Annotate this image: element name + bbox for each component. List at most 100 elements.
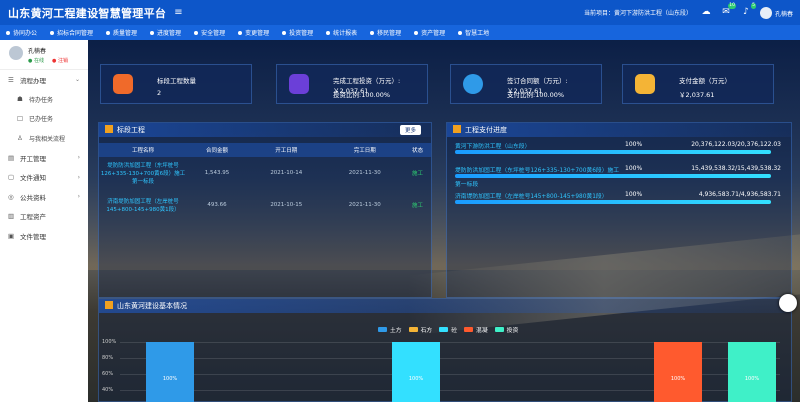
stat-card-contract: 签订合同额（万元）: ￥2,037.61 支付比例:100.00% — [450, 64, 602, 104]
nav-item[interactable]: 移民管理 — [370, 28, 401, 37]
avatar[interactable] — [760, 7, 772, 19]
app-title: 山东黄河工程建设智慧管理平台 — [8, 6, 167, 20]
progress-fill — [455, 174, 771, 178]
avatar — [9, 46, 23, 60]
document-icon — [113, 74, 133, 94]
nav-dot-icon — [326, 30, 331, 35]
related-icon: ♙ — [17, 134, 23, 143]
nav-dot-icon — [458, 30, 463, 35]
table-row[interactable]: 济南堤防加固工程（左岸桩号145+800-145+980黄1段） 493.66 … — [99, 189, 431, 221]
menu-toggle-icon[interactable]: ≡ — [174, 7, 182, 18]
table-row[interactable]: 堤防防洪加固工程（东坪桩号126+335-130+700黄6段）施工第一标段 1… — [99, 157, 431, 189]
sidebar-item-start[interactable]: ▤ 开工管理 › — [0, 148, 88, 168]
nav-item[interactable]: 进度管理 — [150, 28, 181, 37]
tender-table: 工程名称 合同金额 开工日期 完工日期 状态 堤防防洪加固工程（东坪桩号126+… — [99, 143, 431, 221]
legend-item[interactable]: 投资 — [494, 325, 518, 334]
file-icon: ▣ — [8, 231, 15, 240]
bar-砼[interactable]: 100% — [392, 342, 440, 402]
sidebar-item-notice[interactable]: ▢ 文件通知 › — [0, 168, 88, 188]
legend-item[interactable]: 土方 — [378, 325, 402, 334]
nav-item[interactable]: 资产管理 — [414, 28, 445, 37]
chevron-down-icon: ⌄ — [74, 76, 80, 84]
bell-icon[interactable]: ♪ 5 — [740, 3, 756, 18]
nav-item[interactable]: 智慧工地 — [458, 28, 489, 37]
cloud-icon[interactable]: ☁ — [700, 6, 712, 18]
progress-row: 济南堤防加固工程（左岸桩号145+800-145+980黄1段） 100% 4,… — [455, 191, 781, 211]
water-drop-icon — [463, 74, 483, 94]
progress-fill — [455, 200, 771, 204]
done-icon: ☐ — [17, 114, 23, 123]
nav-item[interactable]: 质量管理 — [106, 28, 137, 37]
bell-badge: 5 — [751, 3, 756, 9]
panel-header: 工程支付进度 — [447, 123, 791, 137]
nav-dot-icon — [150, 30, 155, 35]
bar-混凝[interactable]: 100% — [654, 342, 702, 402]
sidebar-item-share[interactable]: ◎ 公共资料 › — [0, 187, 88, 207]
progress-row: 第一标段 — [455, 182, 479, 188]
user-name[interactable]: 孔楠春 — [775, 9, 793, 18]
sidebar: 孔楠春 ● 在线 ● 注销 ☰ 流程办理 ⌄ ☗ 待办任务 ☐ 已办任务 ♙ 与我相关流程… — [0, 40, 88, 402]
start-icon: ▤ — [8, 153, 15, 162]
sidebar-item-file[interactable]: ▣ 文件管理 — [0, 226, 88, 246]
y-tick-label: 60% — [102, 371, 114, 377]
chart-legend: 土方 石方 砼 混凝 投资 — [378, 325, 525, 334]
workflow-icon: ☰ — [8, 75, 14, 84]
nav-item[interactable]: 投资管理 — [282, 28, 313, 37]
asset-icon: ▥ — [8, 212, 15, 221]
nav-item[interactable]: 招标合同管理 — [50, 28, 93, 37]
nav-item[interactable]: 安全管理 — [194, 28, 225, 37]
sidebar-item-todo[interactable]: ☗ 待办任务 — [0, 90, 88, 110]
nav-dot-icon — [282, 30, 287, 35]
bar-value-label: 100% — [408, 376, 424, 382]
panel-title-icon — [105, 301, 113, 309]
sidebar-item-workflow[interactable]: ☰ 流程办理 ⌄ — [0, 70, 88, 90]
legend-item[interactable]: 混凝 — [464, 325, 488, 334]
share-icon: ◎ — [8, 192, 14, 201]
bar-土方[interactable]: 100% — [146, 342, 194, 402]
todo-icon: ☗ — [17, 95, 23, 104]
nav-item[interactable]: 统计报表 — [326, 28, 357, 37]
bar-投资[interactable]: 100% — [728, 342, 776, 402]
main-nav: 协同办公 招标合同管理 质量管理 进度管理 安全管理 变更管理 投资管理 统计报… — [0, 25, 800, 40]
logout-link[interactable]: ● 注销 — [52, 57, 68, 64]
tender-panel: 标段工程 更多 工程名称 合同金额 开工日期 完工日期 状态 堤防防洪加固工程（… — [98, 122, 432, 298]
bar-value-label: 100% — [162, 376, 178, 382]
top-bar: 山东黄河工程建设智慧管理平台 ≡ 当前项目：黄河下游防洪工程（山东段） ☁ ✉ 1… — [0, 0, 800, 25]
y-tick-label: 80% — [102, 355, 114, 361]
y-tick-label: 40% — [102, 387, 114, 393]
nav-item[interactable]: 协同办公 — [6, 28, 37, 37]
current-project[interactable]: 当前项目：黄河下游防洪工程（山东段） — [584, 8, 692, 17]
legend-item[interactable]: 石方 — [408, 325, 432, 334]
nav-dot-icon — [50, 30, 55, 35]
assistant-float-button[interactable] — [779, 294, 797, 312]
stat-card-payment: 支付金额（万元） ￥2,037.61 — [622, 64, 774, 104]
legend-item[interactable]: 砼 — [439, 325, 457, 334]
chevron-right-icon: › — [77, 154, 80, 162]
chevron-right-icon: › — [77, 173, 80, 181]
y-tick-label: 100% — [102, 339, 117, 345]
more-button[interactable]: 更多 — [399, 125, 421, 135]
bar-value-label: 100% — [744, 376, 760, 382]
chevron-right-icon: › — [77, 193, 80, 201]
nav-item[interactable]: 变更管理 — [238, 28, 269, 37]
mail-icon[interactable]: ✉ 10 — [720, 3, 736, 18]
profile-name: 孔楠春 — [28, 48, 47, 55]
sidebar-item-related[interactable]: ♙ 与我相关流程 — [0, 129, 88, 149]
mail-badge: 10 — [728, 3, 736, 9]
online-status: ● 在线 — [28, 58, 44, 64]
nav-dot-icon — [238, 30, 243, 35]
stat-card-investment: 完成工程投资（万元）: ￥2,037.61 投资比例:100.00% — [276, 64, 428, 104]
panel-title-icon — [453, 125, 461, 133]
sidebar-item-asset[interactable]: ▥ 工程资产 — [0, 207, 88, 227]
panel-title-icon — [105, 125, 113, 133]
nav-dot-icon — [194, 30, 199, 35]
sidebar-item-done[interactable]: ☐ 已办任务 — [0, 109, 88, 129]
gear-icon — [635, 74, 655, 94]
stat-card-tenders: 标段工程数量 2 — [100, 64, 252, 104]
panel-header: 标段工程 更多 — [99, 123, 431, 137]
pay-progress-panel: 工程支付进度 黄河下游防洪工程（山东段） 100% 20,376,122.03/… — [446, 122, 792, 298]
dashboard: 标段工程数量 2 完成工程投资（万元）: ￥2,037.61 投资比例:100.… — [88, 40, 800, 402]
nav-dot-icon — [106, 30, 111, 35]
chart-icon — [289, 74, 309, 94]
progress-bar — [455, 150, 771, 154]
